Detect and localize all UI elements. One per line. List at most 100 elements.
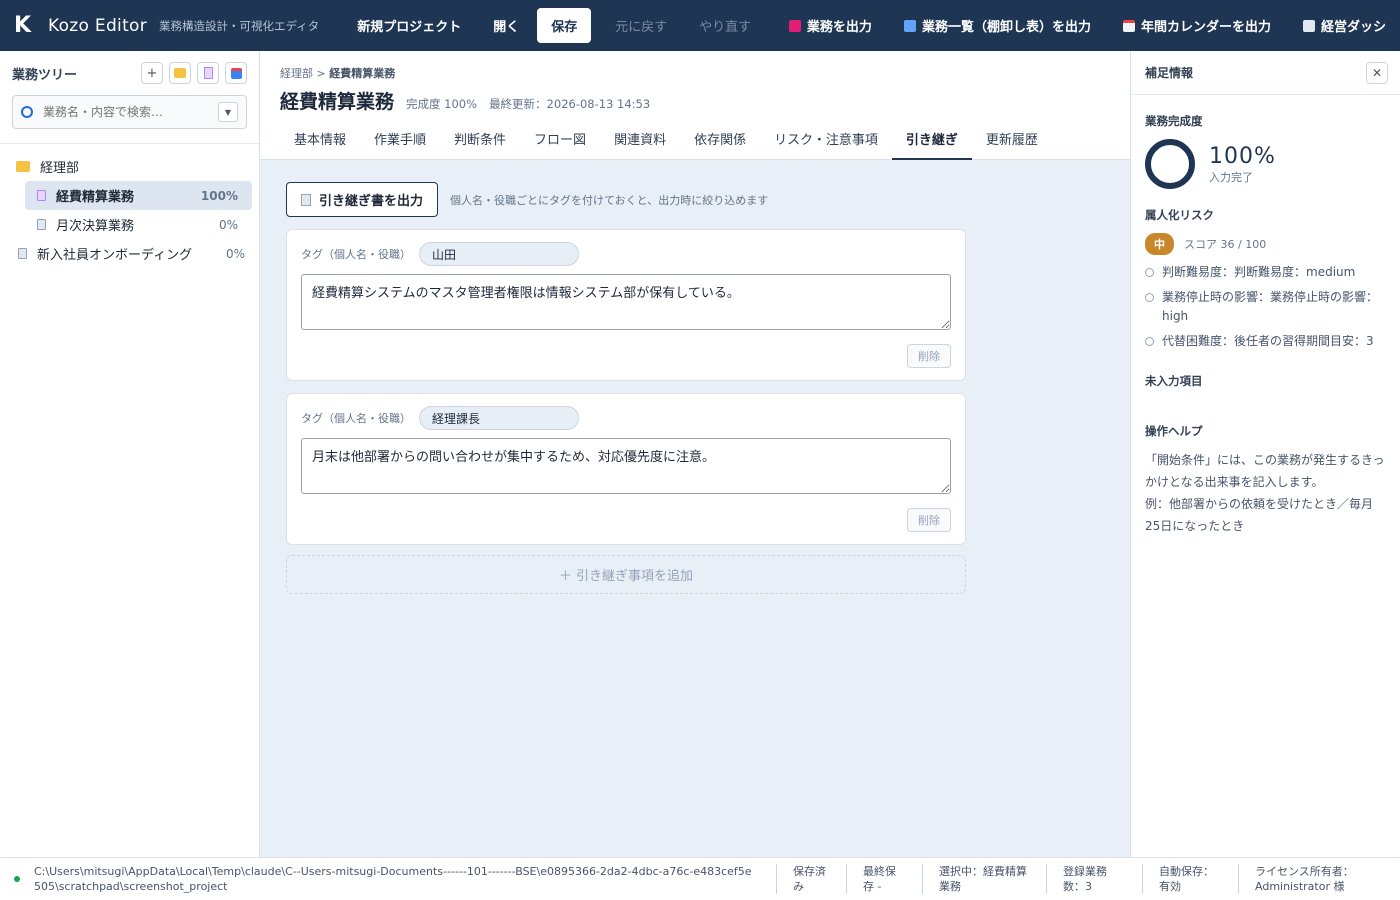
tag-label: タグ（個人名・役職） <box>301 412 411 425</box>
breadcrumb-current: 経費精算業務 <box>329 67 396 80</box>
risk-score: スコア 36 / 100 <box>1184 238 1267 251</box>
tree-item-percent: 0% <box>225 246 245 261</box>
circle-icon <box>1145 293 1154 302</box>
tab-conditions[interactable]: 判断条件 <box>440 124 520 160</box>
export-handover-button[interactable]: 引き継ぎ書を出力 <box>286 182 439 217</box>
completion-percent: 100% <box>1209 143 1276 169</box>
chart-icon <box>903 19 916 32</box>
close-icon: ✕ <box>1371 65 1383 80</box>
plus-icon: + <box>146 65 158 81</box>
handover-note-textarea[interactable]: 月末は他部署からの問い合わせが集中するため、対応優先度に注意。 <box>301 438 951 494</box>
tree-item-label: 新入社員オンボーディング <box>37 248 193 263</box>
app-name: Kozo Editor <box>48 15 148 36</box>
calendar-icon <box>1122 19 1135 32</box>
export-hint: 個人名・役職ごとにタグを付けておくと、出力時に絞り込めます <box>450 193 769 207</box>
status-indicator-icon <box>14 876 20 882</box>
tab-steps[interactable]: 作業手順 <box>360 124 440 160</box>
task-tree-panel: 業務ツリー + ▼ 経理部 経費精算業務 100% 月次決算業務 0% <box>0 51 260 857</box>
tree-item-percent: 100% <box>200 188 238 203</box>
chevron-down-icon: ▼ <box>224 107 232 117</box>
risk-item: 代替困難度：後任者の習得期間目安：3 <box>1145 332 1386 351</box>
tab-bar: 基本情報 作業手順 判断条件 フロー図 関連資料 依存関係 リスク・注意事項 引… <box>280 124 1052 160</box>
selected-task: 選択中：経費精算業務 <box>922 864 1046 894</box>
breadcrumb-parent[interactable]: 経理部 <box>280 67 313 80</box>
help-section-title: 操作ヘルプ <box>1145 424 1203 438</box>
info-panel-title: 補足情報 <box>1145 66 1194 80</box>
completion-section-title: 業務完成度 <box>1145 114 1203 128</box>
add-task-button[interactable]: + <box>141 62 163 84</box>
risk-section-title: 属人化リスク <box>1145 208 1214 222</box>
risk-item: 判断難易度：判断難易度：medium <box>1145 263 1386 282</box>
add-folder-button[interactable] <box>169 62 191 84</box>
save-status: 保存済み <box>776 864 846 894</box>
open-button[interactable]: 開く <box>479 8 533 43</box>
dashboard-button[interactable]: 経営ダッシ <box>1289 8 1400 43</box>
close-panel-button[interactable]: ✕ <box>1366 61 1388 84</box>
tag-input[interactable] <box>419 242 579 266</box>
autosave-status: 自動保存：有効 <box>1142 864 1238 894</box>
tree-item-monthly[interactable]: 月次決算業務 0% <box>25 210 252 239</box>
handover-card: タグ（個人名・役職） 月末は他部署からの問い合わせが集中するため、対応優先度に注… <box>286 393 966 545</box>
add-document-button[interactable] <box>197 62 219 84</box>
license-owner: ライセンス所有者：Administrator 様 <box>1238 864 1378 894</box>
new-project-button[interactable]: 新規プロジェクト <box>343 8 475 43</box>
project-path: C:\Users\mitsugi\AppData\Local\Temp\clau… <box>34 865 752 893</box>
tab-flow[interactable]: フロー図 <box>520 124 600 160</box>
tag-label: タグ（個人名・役職） <box>301 248 411 261</box>
folder-icon <box>174 68 186 78</box>
export-calendar-button[interactable]: 年間カレンダーを出力 <box>1109 8 1285 43</box>
status-bar: C:\Users\mitsugi\AppData\Local\Temp\clau… <box>0 857 1400 900</box>
tab-risks[interactable]: リスク・注意事項 <box>760 124 892 160</box>
tree-item-label: 経理部 <box>40 161 80 176</box>
handover-card: タグ（個人名・役職） 経費精算システムのマスタ管理者権限は情報システム部が保有し… <box>286 229 966 381</box>
undo-button[interactable]: 元に戻す <box>601 8 681 43</box>
export-task-button[interactable]: 業務を出力 <box>775 8 886 43</box>
add-handover-button[interactable]: ＋ 引き継ぎ事項を追加 <box>286 555 966 594</box>
tab-history[interactable]: 更新履歴 <box>972 124 1052 160</box>
risk-level-badge: 中 <box>1145 233 1174 255</box>
circle-icon <box>1145 268 1154 277</box>
tree-item-expense[interactable]: 経費精算業務 100% <box>25 181 252 210</box>
tab-basic[interactable]: 基本情報 <box>280 124 360 160</box>
import-icon <box>230 67 242 79</box>
completion-ring <box>1145 139 1195 189</box>
last-update-meta: 最終更新：2026-08-13 14:53 <box>489 97 651 111</box>
search-filter-dropdown[interactable]: ▼ <box>218 102 238 122</box>
tree-item-onboarding[interactable]: 新入社員オンボーディング 0% <box>0 239 259 268</box>
document-icon <box>37 219 46 230</box>
last-saved: 最終保存 - <box>846 864 922 894</box>
trend-icon <box>1302 19 1315 32</box>
tab-documents[interactable]: 関連資料 <box>600 124 680 160</box>
document-icon <box>37 190 46 201</box>
delete-button[interactable]: 削除 <box>907 344 951 368</box>
save-button[interactable]: 保存 <box>537 8 592 43</box>
tree-item-label: 経費精算業務 <box>56 190 135 205</box>
completion-meta: 完成度 100% <box>406 97 478 111</box>
folder-icon <box>16 161 30 172</box>
task-tree: 経理部 経費精算業務 100% 月次決算業務 0% 新入社員オンボーディング 0… <box>0 144 259 268</box>
export-list-button[interactable]: 業務一覧（棚卸し表）を出力 <box>890 8 1105 43</box>
task-tree-title: 業務ツリー <box>12 67 78 83</box>
breadcrumb: 経理部 > 経費精算業務 <box>280 67 396 80</box>
import-button[interactable] <box>225 62 247 84</box>
search-icon <box>21 106 33 118</box>
tree-folder-keiri[interactable]: 経理部 <box>0 152 259 181</box>
redo-button[interactable]: やり直す <box>685 8 765 43</box>
completion-status: 入力完了 <box>1209 170 1253 184</box>
circle-icon <box>1145 337 1154 346</box>
app-subtitle: 業務構造設計・可視化エディタ <box>159 18 320 33</box>
tab-handover[interactable]: 引き継ぎ <box>891 124 972 160</box>
top-toolbar: K Kozo Editor 業務構造設計・可視化エディタ 新規プロジェクト 開く… <box>0 0 1400 51</box>
tab-dependencies[interactable]: 依存関係 <box>680 124 760 160</box>
search-box: ▼ <box>12 95 247 129</box>
delete-button[interactable]: 削除 <box>907 508 951 532</box>
info-panel: 補足情報 ✕ 業務完成度 100% 入力完了 属人化リスク 中 スコア 36 /… <box>1130 51 1400 857</box>
missing-section-title: 未入力項目 <box>1145 374 1203 388</box>
task-count: 登録業務数：3 <box>1046 864 1142 894</box>
document-icon <box>203 67 213 79</box>
search-input[interactable] <box>43 105 218 119</box>
document-icon <box>18 248 27 259</box>
handover-note-textarea[interactable]: 経費精算システムのマスタ管理者権限は情報システム部が保有している。 <box>301 274 951 330</box>
tag-input[interactable] <box>419 406 579 430</box>
app-logo: K Kozo Editor 業務構造設計・可視化エディタ <box>14 13 320 38</box>
